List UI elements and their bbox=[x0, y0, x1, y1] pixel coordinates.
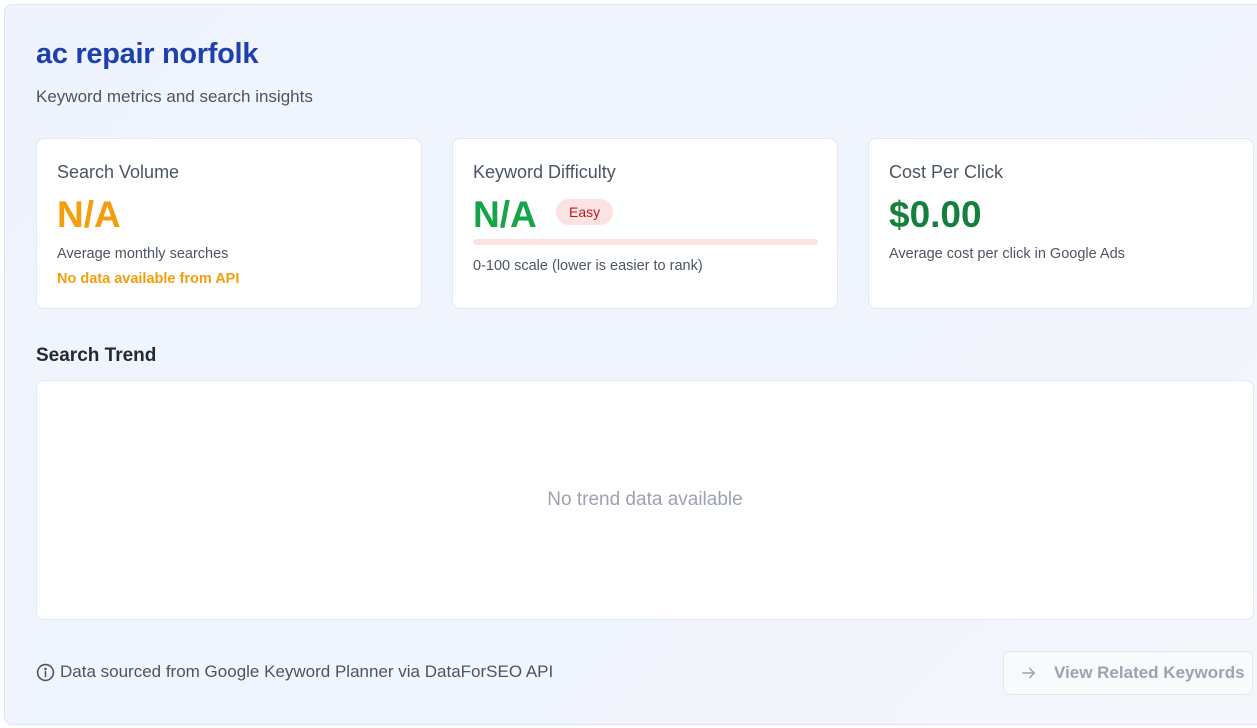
search-trend-chart-area: No trend data available bbox=[36, 380, 1254, 620]
keyword-difficulty-value: N/A bbox=[473, 194, 537, 235]
keyword-title: ac repair norfolk bbox=[36, 38, 259, 70]
cost-per-click-card: Cost Per Click $0.00 Average cost per cl… bbox=[868, 138, 1254, 309]
info-circle-icon bbox=[36, 663, 55, 682]
keyword-difficulty-card: Keyword Difficulty N/A Easy 0-100 scale … bbox=[452, 138, 838, 309]
search-volume-warning: No data available from API bbox=[57, 271, 240, 287]
trend-empty-message: No trend data available bbox=[547, 489, 743, 510]
search-volume-card: Search Volume N/A Average monthly search… bbox=[36, 138, 422, 309]
cost-per-click-value: $0.00 bbox=[889, 194, 982, 235]
search-volume-label: Search Volume bbox=[57, 162, 180, 182]
search-volume-value: N/A bbox=[57, 194, 121, 235]
view-related-keywords-label: View Related Keywords bbox=[1054, 663, 1245, 682]
cost-per-click-description: Average cost per click in Google Ads bbox=[889, 246, 1125, 262]
arrow-right-icon bbox=[1020, 664, 1038, 682]
search-volume-description: Average monthly searches bbox=[57, 246, 229, 262]
difficulty-badge: Easy bbox=[556, 199, 614, 225]
data-source-note: Data sourced from Google Keyword Planner… bbox=[36, 662, 553, 682]
cost-per-click-label: Cost Per Click bbox=[889, 162, 1004, 182]
difficulty-progress-bar bbox=[473, 239, 818, 245]
data-source-text: Data sourced from Google Keyword Planner… bbox=[60, 662, 554, 681]
view-related-keywords-button[interactable]: View Related Keywords bbox=[1003, 651, 1253, 695]
keyword-difficulty-description: 0-100 scale (lower is easier to rank) bbox=[473, 258, 703, 274]
page-subtitle: Keyword metrics and search insights bbox=[36, 87, 313, 106]
keyword-difficulty-label: Keyword Difficulty bbox=[473, 162, 616, 182]
search-trend-title: Search Trend bbox=[36, 345, 157, 366]
